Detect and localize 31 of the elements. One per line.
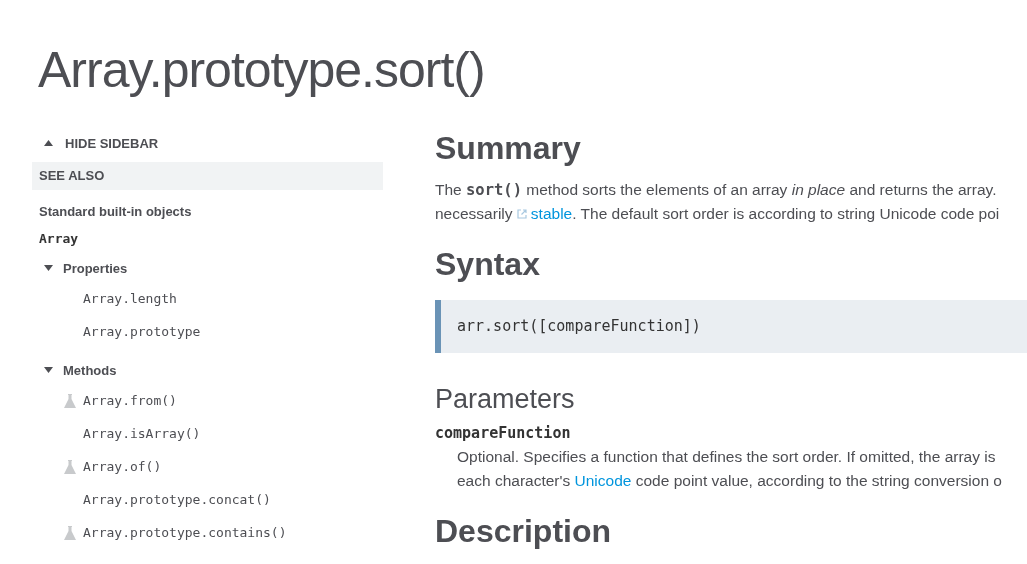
code-block: arr.sort([compareFunction]) <box>435 300 1027 353</box>
external-link-icon <box>516 209 527 219</box>
caret-down-icon <box>44 265 53 271</box>
flask-icon <box>64 459 76 474</box>
section-heading: Syntax <box>435 245 541 284</box>
caret-down-icon <box>44 367 53 373</box>
subsection-heading: Parameters <box>435 383 576 415</box>
sidebar-item[interactable]: Array.of() <box>83 459 162 474</box>
sidebar-item[interactable]: Array.isArray() <box>83 426 201 441</box>
sidebar-link[interactable]: Array <box>39 231 383 246</box>
sidebar-item[interactable]: Array.prototype.concat() <box>83 492 271 507</box>
paragraph-line: The sort() method sorts the elements of an array in place and returns the array. <box>435 180 998 201</box>
sidebar-item[interactable]: Array.prototype.contains() <box>83 525 287 540</box>
flask-icon <box>64 525 76 540</box>
hide-sidebar-button[interactable]: HIDE SIDEBAR <box>32 130 383 156</box>
paragraph-line: each character's Unicode code point value, according to the string conversion o <box>435 469 1027 493</box>
sidebar-section-toggle[interactable]: Properties <box>32 258 383 278</box>
sidebar-link[interactable]: Standard built-in objects <box>39 204 383 219</box>
sidebar-item[interactable]: Array.prototype <box>83 324 201 339</box>
section-heading: Summary <box>435 129 582 168</box>
parameter-name: compareFunction <box>435 423 572 444</box>
paragraph-line: Optional. Specifies a function that defines the sort order. If omitted, the array is <box>456 447 997 467</box>
sidebar-item[interactable]: Array.from() <box>83 393 177 408</box>
flask-icon <box>64 393 76 408</box>
page-title: Array.prototype.sort() <box>38 41 486 100</box>
see-also-header: SEE ALSO <box>32 162 383 190</box>
paragraph-line: necessarily stable. The default sort order is according to string Unicode code poi <box>435 202 1027 226</box>
section-heading: Description <box>435 512 613 551</box>
caret-up-icon <box>44 140 53 146</box>
sidebar-item[interactable]: Array.length <box>83 291 177 306</box>
sidebar-section-toggle[interactable]: Methods <box>32 360 383 380</box>
